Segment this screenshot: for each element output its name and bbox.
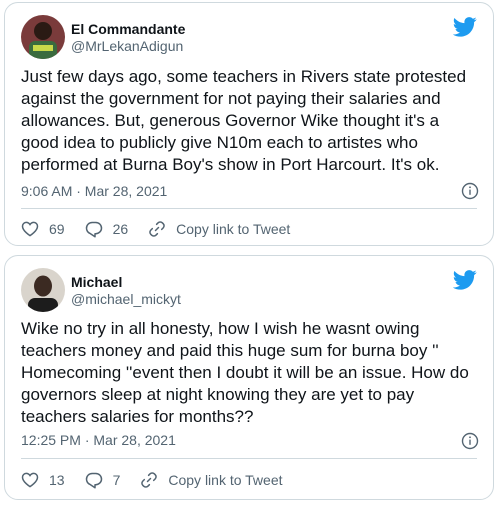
link-icon	[141, 472, 158, 488]
info-icon[interactable]	[461, 432, 479, 450]
tweet-actions: 13 7 Copy link to Tweet	[21, 471, 303, 489]
tweet-header: Michael @michael_mickyt	[21, 268, 477, 312]
like-button[interactable]: 69	[21, 221, 65, 237]
tweet-card[interactable]: El Commandante @MrLekanAdigun Just few d…	[4, 2, 494, 246]
like-count: 13	[49, 472, 65, 488]
reply-icon	[85, 221, 102, 237]
copy-link-label: Copy link to Tweet	[168, 472, 283, 488]
avatar[interactable]	[21, 268, 65, 312]
tweet-timestamp[interactable]: 9:06 AM · Mar 28, 2021	[21, 183, 167, 200]
divider	[21, 458, 477, 459]
twitter-bird-icon[interactable]	[453, 270, 477, 290]
copy-link-button[interactable]: Copy link to Tweet	[148, 220, 290, 238]
twitter-bird-icon[interactable]	[453, 17, 477, 37]
avatar[interactable]	[21, 15, 65, 59]
tweet-card[interactable]: Michael @michael_mickyt Wike no try in a…	[4, 255, 494, 500]
like-count: 69	[49, 221, 65, 237]
author-names: Michael @michael_mickyt	[71, 274, 181, 308]
author-handle[interactable]: @michael_mickyt	[71, 291, 181, 308]
reply-button[interactable]: 7	[85, 472, 121, 489]
tweet-timestamp[interactable]: 12:25 PM · Mar 28, 2021	[21, 432, 176, 449]
reply-count: 26	[112, 221, 129, 237]
tweet-text: Wike no try in all honesty, how I wish h…	[21, 319, 469, 426]
reply-icon	[85, 472, 102, 488]
heart-icon	[21, 221, 39, 237]
divider	[21, 208, 477, 209]
author-name[interactable]: Michael	[71, 274, 181, 291]
link-icon	[149, 221, 165, 237]
heart-icon	[21, 472, 39, 488]
reply-button[interactable]: 26	[85, 221, 129, 238]
like-button[interactable]: 13	[21, 472, 65, 488]
copy-link-label: Copy link to Tweet	[176, 221, 291, 237]
author-names: El Commandante @MrLekanAdigun	[71, 21, 185, 55]
tweet-actions: 69 26 Copy link to Tweet	[21, 220, 310, 238]
tweet-text: Just few days ago, some teachers in Rive…	[21, 67, 467, 174]
tweet-header: El Commandante @MrLekanAdigun	[21, 15, 477, 59]
author-name[interactable]: El Commandante	[71, 21, 185, 38]
info-icon[interactable]	[461, 182, 479, 200]
reply-count: 7	[112, 472, 121, 488]
copy-link-button[interactable]: Copy link to Tweet	[140, 471, 283, 489]
author-handle[interactable]: @MrLekanAdigun	[71, 38, 185, 55]
